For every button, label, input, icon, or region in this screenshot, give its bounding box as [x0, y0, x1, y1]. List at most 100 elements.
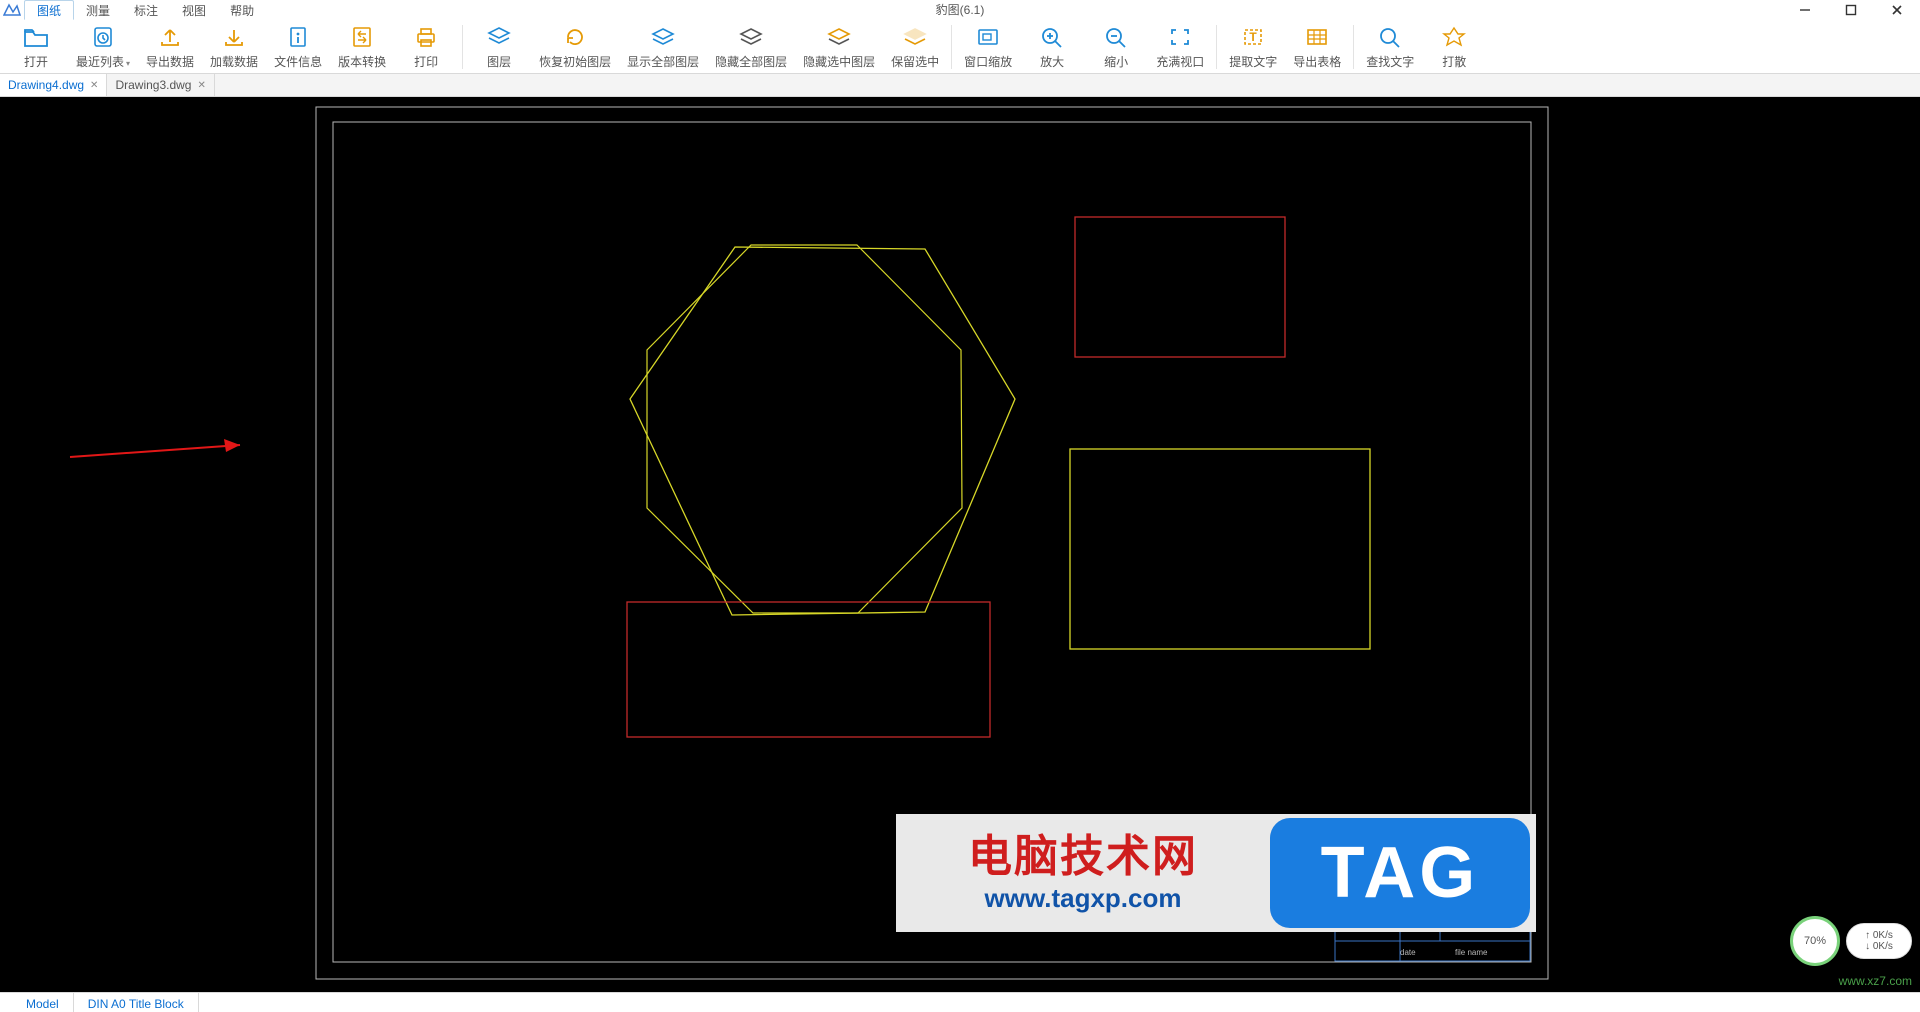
performance-gauge[interactable]: 70% [1790, 916, 1840, 966]
ribbon-group-zoom: 窗口缩放 放大 缩小 充满视口 [956, 20, 1212, 74]
extract-text-button[interactable]: T 提取文字 [1221, 20, 1285, 74]
red-rect-large[interactable] [627, 602, 990, 737]
ribbon-label: 提取文字 [1229, 53, 1277, 70]
zoom-out-icon [1102, 23, 1130, 51]
extract-text-icon: T [1239, 23, 1267, 51]
menu-tab-view[interactable]: 视图 [170, 0, 218, 20]
hide-selected-layers-button[interactable]: 隐藏选中图层 [795, 20, 883, 74]
close-icon[interactable]: ✕ [90, 80, 98, 91]
network-badge[interactable]: ↑ 0K/s ↓ 0K/s [1846, 923, 1912, 959]
ribbon-toolbar: 打开 最近列表▾ 导出数据 加载数据 文件信息 版本转换 打印 [0, 20, 1920, 74]
file-info-button[interactable]: 文件信息 [266, 20, 330, 74]
ribbon-label: 导出数据 [146, 53, 194, 70]
ribbon-label: 缩小 [1104, 53, 1128, 70]
layout-tabs: Model DIN A0 Title Block [0, 992, 1920, 1012]
recent-list-icon [89, 23, 117, 51]
ribbon-label: 隐藏全部图层 [715, 53, 787, 70]
annotation-arrow [70, 439, 240, 457]
ribbon-separator [951, 25, 952, 69]
ribbon-label: 显示全部图层 [627, 53, 699, 70]
layout-tab-model[interactable]: Model [0, 993, 74, 1012]
ribbon-label: 保留选中 [891, 53, 939, 70]
zoom-in-button[interactable]: 放大 [1020, 20, 1084, 74]
ribbon-group-text: T 提取文字 导出表格 [1221, 20, 1349, 74]
menu-tab-measure[interactable]: 测量 [74, 0, 122, 20]
restore-layers-button[interactable]: 恢复初始图层 [531, 20, 619, 74]
menu-tab-drawing[interactable]: 图纸 [24, 0, 74, 20]
ribbon-label: 打开 [24, 53, 48, 70]
keep-selected-button[interactable]: 保留选中 [883, 20, 947, 74]
window-controls [1782, 0, 1920, 20]
load-data-button[interactable]: 加载数据 [202, 20, 266, 74]
print-button[interactable]: 打印 [394, 20, 458, 74]
version-convert-button[interactable]: 版本转换 [330, 20, 394, 74]
menu-tab-label: 视图 [182, 2, 206, 19]
maximize-button[interactable] [1828, 0, 1874, 20]
export-table-button[interactable]: 导出表格 [1285, 20, 1349, 74]
ribbon-label: 放大 [1040, 53, 1064, 70]
chevron-down-icon: ▾ [126, 59, 130, 68]
file-info-icon [284, 23, 312, 51]
print-icon [412, 23, 440, 51]
ribbon-group-file: 打开 最近列表▾ 导出数据 加载数据 文件信息 版本转换 打印 [4, 20, 458, 74]
find-text-button[interactable]: 查找文字 [1358, 20, 1422, 74]
file-tab-label: Drawing4.dwg [8, 78, 84, 92]
svg-text:T: T [1250, 30, 1258, 44]
hide-layers-icon [737, 23, 765, 51]
export-icon [156, 23, 184, 51]
layers-button[interactable]: 图层 [467, 20, 531, 74]
open-button[interactable]: 打开 [4, 20, 68, 74]
red-rect-small[interactable] [1075, 217, 1285, 357]
zoom-out-button[interactable]: 缩小 [1084, 20, 1148, 74]
drawing-canvas[interactable]: designed by name company name date file … [0, 97, 1920, 992]
ribbon-group-misc: 查找文字 打散 [1358, 20, 1486, 74]
watermark-tag-text: TAG [1321, 832, 1480, 914]
import-icon [220, 23, 248, 51]
zoom-window-button[interactable]: 窗口缩放 [956, 20, 1020, 74]
keep-selected-icon [901, 23, 929, 51]
menu-tab-label: 图纸 [37, 2, 61, 19]
ribbon-label: 窗口缩放 [964, 53, 1012, 70]
fit-viewport-icon [1166, 23, 1194, 51]
watermark-title: 电脑技术网 [968, 834, 1198, 880]
status-gadgets: 70% ↑ 0K/s ↓ 0K/s [1790, 916, 1912, 966]
version-convert-icon [348, 23, 376, 51]
net-up: ↑ 0K/s [1865, 930, 1893, 941]
ribbon-label: 最近列表▾ [76, 53, 130, 70]
ribbon-label: 恢复初始图层 [539, 53, 611, 70]
ribbon-label: 文件信息 [274, 53, 322, 70]
ribbon-label: 图层 [487, 53, 511, 70]
menu-tab-annotate[interactable]: 标注 [122, 0, 170, 20]
site-watermark: www.xz7.com [1839, 974, 1912, 988]
file-tab[interactable]: Drawing4.dwg ✕ [0, 74, 107, 96]
restore-layers-icon [561, 23, 589, 51]
ribbon-label: 打印 [414, 53, 438, 70]
show-layers-icon [649, 23, 677, 51]
file-tab-label: Drawing3.dwg [115, 78, 191, 92]
minimize-button[interactable] [1782, 0, 1828, 20]
explode-button[interactable]: 打散 [1422, 20, 1486, 74]
close-button[interactable] [1874, 0, 1920, 20]
watermark-overlay: 电脑技术网 www.tagxp.com TAG [896, 814, 1536, 932]
show-all-layers-button[interactable]: 显示全部图层 [619, 20, 707, 74]
title-block-label: file name [1455, 948, 1488, 957]
hexagon-shape[interactable] [630, 247, 1015, 615]
title-bar: 图纸 测量 标注 视图 帮助 豹图(6.1) [0, 0, 1920, 20]
ribbon-label: 导出表格 [1293, 53, 1341, 70]
export-table-icon [1303, 23, 1331, 51]
ribbon-separator [1353, 25, 1354, 69]
yellow-rect[interactable] [1070, 449, 1370, 649]
file-tab[interactable]: Drawing3.dwg ✕ [107, 74, 214, 96]
hide-all-layers-button[interactable]: 隐藏全部图层 [707, 20, 795, 74]
watermark-url: www.tagxp.com [985, 884, 1182, 913]
close-icon[interactable]: ✕ [197, 80, 205, 91]
fit-viewport-button[interactable]: 充满视口 [1148, 20, 1212, 74]
recent-list-button[interactable]: 最近列表▾ [68, 20, 138, 74]
ribbon-label: 隐藏选中图层 [803, 53, 875, 70]
layout-tab-titleblock[interactable]: DIN A0 Title Block [74, 993, 199, 1012]
ribbon-label: 版本转换 [338, 53, 386, 70]
zoom-window-icon [974, 23, 1002, 51]
watermark-left: 电脑技术网 www.tagxp.com [896, 814, 1270, 932]
menu-tab-help[interactable]: 帮助 [218, 0, 266, 20]
export-data-button[interactable]: 导出数据 [138, 20, 202, 74]
